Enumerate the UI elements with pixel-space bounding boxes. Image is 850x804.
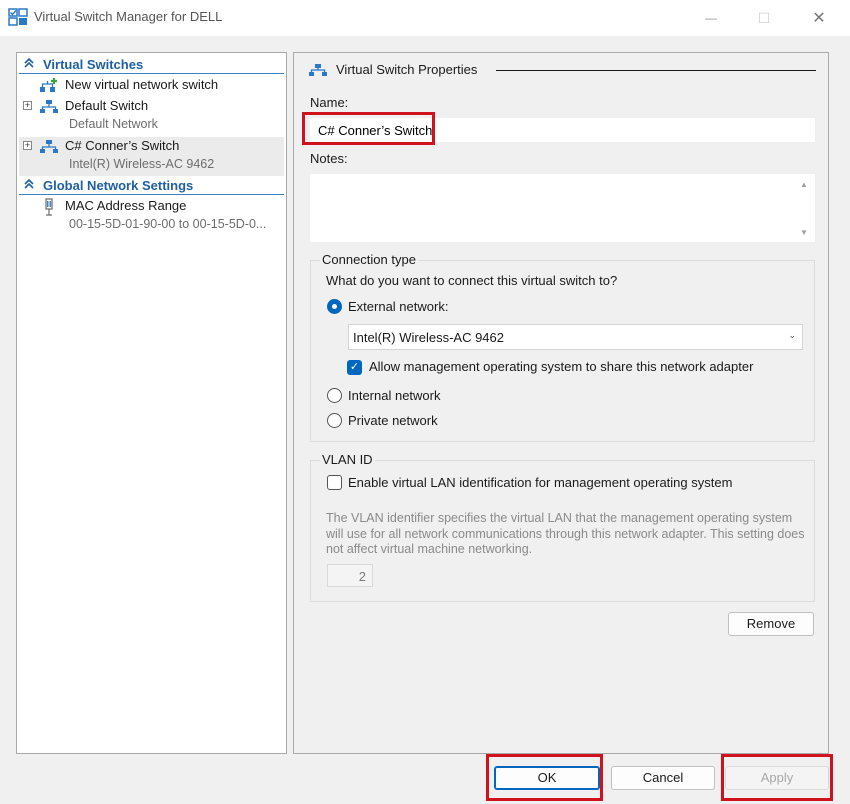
virtual-switch-manager-icon — [8, 8, 28, 26]
properties-pane: Virtual Switch Properties Name: Notes: ▲… — [293, 52, 829, 754]
tree-item-label: MAC Address Range — [65, 198, 187, 213]
connection-question: What do you want to connect this virtual… — [326, 273, 618, 288]
navigation-pane: Virtual Switches New virtual network swi… — [16, 52, 287, 754]
maximize-icon: ☐ — [757, 9, 771, 26]
notes-label: Notes: — [310, 151, 348, 166]
network-adapter-value: Intel(R) Wireless-AC 9462 — [353, 330, 504, 345]
tree-item-new-switch[interactable]: New virtual network switch — [19, 77, 284, 96]
network-adapter-select[interactable]: Intel(R) Wireless-AC 9462 ⌄ — [348, 324, 803, 350]
global-network-settings-header[interactable]: Global Network Settings — [19, 177, 284, 195]
enable-vlan-label[interactable]: Enable virtual LAN identification for ma… — [348, 475, 732, 490]
tree-item-label: Default Switch — [65, 98, 149, 113]
tree-item-default-switch[interactable]: + Default Switch Default Network — [19, 98, 284, 136]
apply-button[interactable]: Apply — [725, 766, 829, 790]
tree-item-label: C# Conner’s Switch — [65, 138, 180, 153]
tree-item-label: New virtual network switch — [65, 77, 219, 92]
tree-item-conners-switch[interactable]: + C# Conner’s Switch Intel(R) Wireless-A… — [19, 137, 284, 176]
external-network-label[interactable]: External network: — [348, 299, 448, 314]
minimize-button[interactable]: — — [688, 0, 734, 36]
allow-management-label[interactable]: Allow management operating system to sha… — [369, 359, 753, 374]
remove-button[interactable]: Remove — [728, 612, 814, 636]
virtual-switches-label: Virtual Switches — [43, 57, 144, 72]
enable-vlan-checkbox[interactable] — [327, 475, 342, 490]
properties-title: Virtual Switch Properties — [336, 62, 478, 77]
network-switch-icon — [309, 64, 327, 76]
name-label: Name: — [310, 95, 349, 110]
collapse-chevron-icon — [24, 57, 34, 68]
vlan-id-input[interactable]: 2 — [327, 564, 373, 587]
external-network-radio[interactable] — [327, 299, 342, 314]
tree-item-sublabel: Intel(R) Wireless-AC 9462 — [69, 157, 215, 171]
tree-item-mac-address-range[interactable]: MAC Address Range 00-15-5D-01-90-00 to 0… — [19, 198, 284, 236]
vlan-id-title: VLAN ID — [320, 452, 375, 467]
tree-item-sublabel: Default Network — [69, 117, 158, 131]
properties-header: Virtual Switch Properties — [308, 61, 816, 79]
new-switch-icon — [40, 78, 57, 92]
network-switch-icon — [40, 100, 58, 113]
mac-address-icon — [45, 198, 53, 216]
tree-item-sublabel: 00-15-5D-01-90-00 to 00-15-5D-0... — [69, 217, 267, 231]
vlan-description: The VLAN identifier specifies the virtua… — [326, 511, 805, 556]
header-divider — [496, 70, 816, 71]
title-bar: Virtual Switch Manager for DELL — ☐ ✕ — [0, 0, 850, 36]
virtual-switches-header[interactable]: Virtual Switches — [19, 56, 284, 74]
connection-type-title: Connection type — [320, 252, 418, 267]
collapse-chevron-icon — [24, 178, 34, 189]
network-switch-icon — [40, 140, 58, 153]
allow-management-checkbox[interactable]: ✓ — [347, 360, 362, 375]
close-button[interactable]: ✕ — [796, 0, 842, 36]
private-network-label[interactable]: Private network — [348, 413, 438, 428]
minimize-icon: — — [705, 11, 717, 25]
chevron-down-icon: ⌄ — [788, 330, 796, 340]
scroll-down-icon[interactable]: ▼ — [799, 228, 809, 238]
global-network-settings-label: Global Network Settings — [43, 178, 194, 193]
expand-plus-icon[interactable]: + — [23, 101, 32, 110]
internal-network-label[interactable]: Internal network — [348, 388, 441, 403]
expand-plus-icon[interactable]: + — [23, 141, 32, 150]
internal-network-radio[interactable] — [327, 388, 342, 403]
maximize-button[interactable]: ☐ — [741, 0, 787, 36]
name-input[interactable] — [310, 118, 815, 142]
close-icon: ✕ — [812, 10, 826, 27]
ok-button[interactable]: OK — [494, 766, 600, 790]
scroll-up-icon[interactable]: ▲ — [799, 180, 809, 190]
private-network-radio[interactable] — [327, 413, 342, 428]
notes-textarea[interactable]: ▲ ▼ — [310, 174, 815, 242]
cancel-button[interactable]: Cancel — [611, 766, 715, 790]
window-title: Virtual Switch Manager for DELL — [34, 9, 223, 24]
